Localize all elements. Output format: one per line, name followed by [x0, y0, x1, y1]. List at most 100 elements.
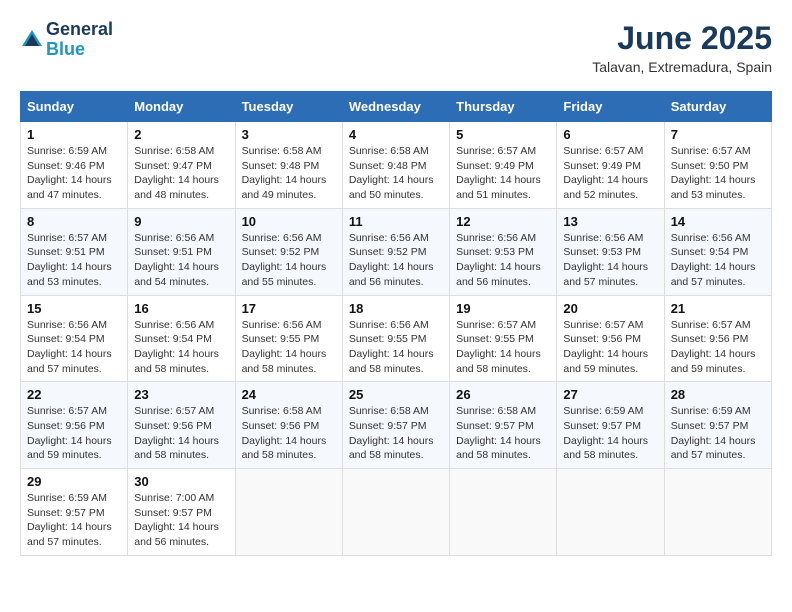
daylight-label: Daylight: 14 hours and 58 minutes. — [349, 435, 434, 462]
daylight-label: Daylight: 14 hours and 58 minutes. — [134, 348, 219, 375]
sunrise-label: Sunrise: 6:56 AM — [134, 232, 214, 244]
sunrise-label: Sunrise: 6:57 AM — [671, 145, 751, 157]
daylight-label: Daylight: 14 hours and 57 minutes. — [27, 521, 112, 548]
daylight-label: Daylight: 14 hours and 53 minutes. — [27, 261, 112, 288]
daylight-label: Daylight: 14 hours and 56 minutes. — [349, 261, 434, 288]
day-number: 14 — [671, 214, 765, 229]
day-info: Sunrise: 6:59 AM Sunset: 9:57 PM Dayligh… — [671, 404, 765, 463]
sunset-label: Sunset: 9:57 PM — [456, 420, 534, 432]
calendar-cell: 20 Sunrise: 6:57 AM Sunset: 9:56 PM Dayl… — [557, 295, 664, 382]
day-number: 10 — [242, 214, 336, 229]
calendar-cell — [342, 469, 449, 556]
sunrise-label: Sunrise: 6:58 AM — [134, 145, 214, 157]
day-info: Sunrise: 6:56 AM Sunset: 9:54 PM Dayligh… — [134, 318, 228, 377]
calendar-week-row: 29 Sunrise: 6:59 AM Sunset: 9:57 PM Dayl… — [21, 469, 772, 556]
column-header-thursday: Thursday — [450, 92, 557, 122]
day-number: 6 — [563, 127, 657, 142]
daylight-label: Daylight: 14 hours and 57 minutes. — [671, 261, 756, 288]
day-info: Sunrise: 6:59 AM Sunset: 9:57 PM Dayligh… — [27, 491, 121, 550]
daylight-label: Daylight: 14 hours and 57 minutes. — [671, 435, 756, 462]
day-number: 9 — [134, 214, 228, 229]
day-number: 16 — [134, 301, 228, 316]
sunrise-label: Sunrise: 6:59 AM — [563, 405, 643, 417]
calendar-cell: 17 Sunrise: 6:56 AM Sunset: 9:55 PM Dayl… — [235, 295, 342, 382]
day-number: 21 — [671, 301, 765, 316]
day-info: Sunrise: 6:56 AM Sunset: 9:54 PM Dayligh… — [27, 318, 121, 377]
calendar-cell — [664, 469, 771, 556]
calendar-week-row: 15 Sunrise: 6:56 AM Sunset: 9:54 PM Dayl… — [21, 295, 772, 382]
sunset-label: Sunset: 9:55 PM — [242, 333, 320, 345]
daylight-label: Daylight: 14 hours and 53 minutes. — [671, 174, 756, 201]
day-info: Sunrise: 6:57 AM Sunset: 9:49 PM Dayligh… — [563, 144, 657, 203]
daylight-label: Daylight: 14 hours and 55 minutes. — [242, 261, 327, 288]
sunrise-label: Sunrise: 6:57 AM — [563, 145, 643, 157]
sunset-label: Sunset: 9:54 PM — [671, 246, 749, 258]
day-info: Sunrise: 6:56 AM Sunset: 9:52 PM Dayligh… — [349, 231, 443, 290]
daylight-label: Daylight: 14 hours and 58 minutes. — [242, 348, 327, 375]
sunset-label: Sunset: 9:56 PM — [563, 333, 641, 345]
sunrise-label: Sunrise: 6:59 AM — [27, 492, 107, 504]
calendar-cell: 8 Sunrise: 6:57 AM Sunset: 9:51 PM Dayli… — [21, 208, 128, 295]
day-info: Sunrise: 6:57 AM Sunset: 9:51 PM Dayligh… — [27, 231, 121, 290]
day-number: 27 — [563, 387, 657, 402]
sunset-label: Sunset: 9:50 PM — [671, 160, 749, 172]
sunset-label: Sunset: 9:48 PM — [242, 160, 320, 172]
calendar-cell: 21 Sunrise: 6:57 AM Sunset: 9:56 PM Dayl… — [664, 295, 771, 382]
day-info: Sunrise: 6:56 AM Sunset: 9:54 PM Dayligh… — [671, 231, 765, 290]
calendar-cell: 30 Sunrise: 7:00 AM Sunset: 9:57 PM Dayl… — [128, 469, 235, 556]
calendar-cell: 6 Sunrise: 6:57 AM Sunset: 9:49 PM Dayli… — [557, 122, 664, 209]
calendar-week-row: 1 Sunrise: 6:59 AM Sunset: 9:46 PM Dayli… — [21, 122, 772, 209]
day-info: Sunrise: 6:58 AM Sunset: 9:57 PM Dayligh… — [349, 404, 443, 463]
sunrise-label: Sunrise: 6:56 AM — [242, 232, 322, 244]
sunset-label: Sunset: 9:54 PM — [134, 333, 212, 345]
day-info: Sunrise: 6:57 AM Sunset: 9:56 PM Dayligh… — [563, 318, 657, 377]
day-number: 30 — [134, 474, 228, 489]
day-info: Sunrise: 6:57 AM Sunset: 9:50 PM Dayligh… — [671, 144, 765, 203]
sunset-label: Sunset: 9:52 PM — [242, 246, 320, 258]
day-number: 15 — [27, 301, 121, 316]
sunrise-label: Sunrise: 6:56 AM — [27, 319, 107, 331]
day-number: 13 — [563, 214, 657, 229]
day-number: 26 — [456, 387, 550, 402]
day-number: 29 — [27, 474, 121, 489]
sunset-label: Sunset: 9:52 PM — [349, 246, 427, 258]
calendar-cell: 24 Sunrise: 6:58 AM Sunset: 9:56 PM Dayl… — [235, 382, 342, 469]
sunrise-label: Sunrise: 6:59 AM — [27, 145, 107, 157]
day-info: Sunrise: 6:58 AM Sunset: 9:47 PM Dayligh… — [134, 144, 228, 203]
sunset-label: Sunset: 9:47 PM — [134, 160, 212, 172]
daylight-label: Daylight: 14 hours and 59 minutes. — [671, 348, 756, 375]
day-info: Sunrise: 6:57 AM Sunset: 9:55 PM Dayligh… — [456, 318, 550, 377]
day-number: 11 — [349, 214, 443, 229]
sunset-label: Sunset: 9:57 PM — [349, 420, 427, 432]
column-header-saturday: Saturday — [664, 92, 771, 122]
sunrise-label: Sunrise: 6:57 AM — [134, 405, 214, 417]
sunset-label: Sunset: 9:57 PM — [563, 420, 641, 432]
daylight-label: Daylight: 14 hours and 58 minutes. — [456, 348, 541, 375]
sunrise-label: Sunrise: 6:56 AM — [456, 232, 536, 244]
sunrise-label: Sunrise: 6:57 AM — [563, 319, 643, 331]
sunrise-label: Sunrise: 6:56 AM — [349, 319, 429, 331]
day-info: Sunrise: 6:57 AM Sunset: 9:56 PM Dayligh… — [27, 404, 121, 463]
day-number: 1 — [27, 127, 121, 142]
day-number: 23 — [134, 387, 228, 402]
calendar-cell — [450, 469, 557, 556]
calendar-cell: 4 Sunrise: 6:58 AM Sunset: 9:48 PM Dayli… — [342, 122, 449, 209]
calendar-cell: 26 Sunrise: 6:58 AM Sunset: 9:57 PM Dayl… — [450, 382, 557, 469]
day-number: 25 — [349, 387, 443, 402]
day-info: Sunrise: 6:58 AM Sunset: 9:48 PM Dayligh… — [349, 144, 443, 203]
page-header: GeneralBlue June 2025 Talavan, Extremadu… — [20, 20, 772, 75]
daylight-label: Daylight: 14 hours and 59 minutes. — [563, 348, 648, 375]
daylight-label: Daylight: 14 hours and 49 minutes. — [242, 174, 327, 201]
day-info: Sunrise: 6:59 AM Sunset: 9:57 PM Dayligh… — [563, 404, 657, 463]
sunrise-label: Sunrise: 6:56 AM — [671, 232, 751, 244]
sunset-label: Sunset: 9:57 PM — [134, 507, 212, 519]
daylight-label: Daylight: 14 hours and 57 minutes. — [27, 348, 112, 375]
sunrise-label: Sunrise: 6:58 AM — [456, 405, 536, 417]
sunrise-label: Sunrise: 6:56 AM — [349, 232, 429, 244]
calendar-header-row: SundayMondayTuesdayWednesdayThursdayFrid… — [21, 92, 772, 122]
sunrise-label: Sunrise: 6:58 AM — [242, 145, 322, 157]
day-info: Sunrise: 6:57 AM Sunset: 9:56 PM Dayligh… — [671, 318, 765, 377]
logo-icon — [20, 28, 44, 52]
sunrise-label: Sunrise: 6:59 AM — [671, 405, 751, 417]
month-year: June 2025 — [592, 20, 772, 57]
